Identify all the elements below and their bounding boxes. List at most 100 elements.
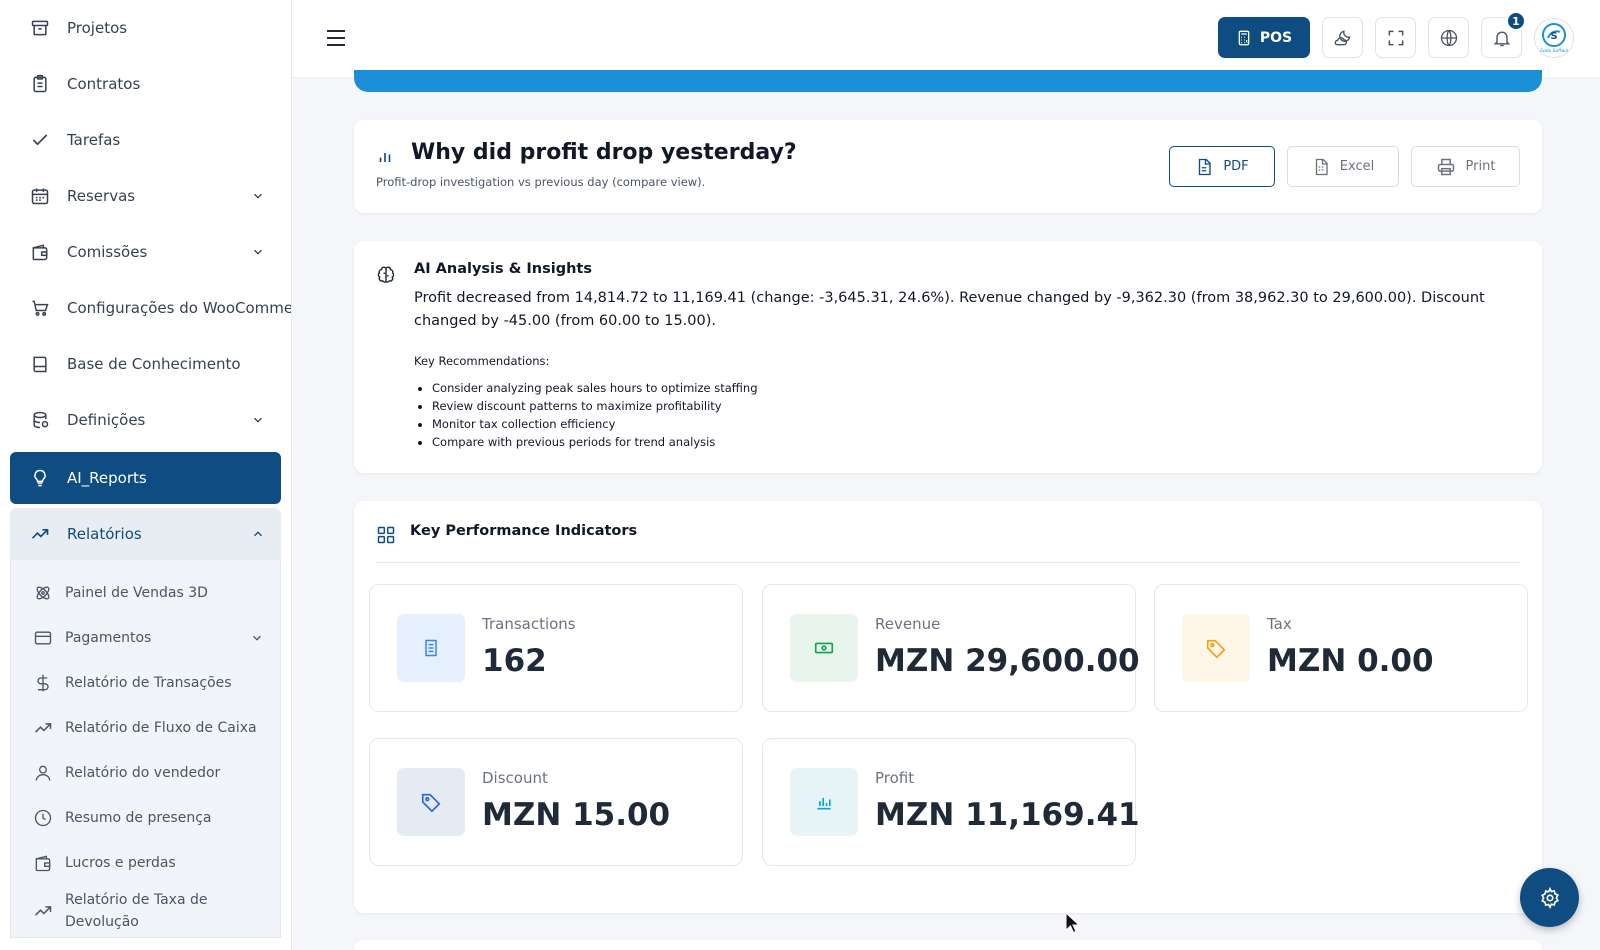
export-actions: PDF Excel Print bbox=[1169, 146, 1520, 187]
report-title-card: Why did profit drop yesterday? Profit-dr… bbox=[354, 120, 1542, 213]
submenu-item-painel-vendas[interactable]: Painel de Vendas 3D bbox=[11, 570, 280, 615]
svg-text:Soda Softwa: Soda Softwa bbox=[1540, 48, 1568, 54]
book-icon bbox=[30, 354, 50, 374]
kpi-value: 162 bbox=[482, 643, 547, 679]
menu-toggle-icon[interactable] bbox=[324, 26, 348, 50]
cash-icon bbox=[814, 642, 834, 654]
ai-insights-card: AI Analysis & Insights Profit decreased … bbox=[354, 241, 1542, 473]
export-excel-label: Excel bbox=[1339, 159, 1375, 174]
theme-toggle-button[interactable] bbox=[1322, 17, 1363, 58]
cart-icon bbox=[30, 298, 50, 318]
export-excel-button[interactable]: Excel bbox=[1287, 146, 1399, 187]
kpi-value: MZN 0.00 bbox=[1267, 643, 1434, 679]
sidebar-item-tarefas[interactable]: Tarefas bbox=[0, 112, 291, 168]
submenu-item-transacoes[interactable]: Relatório de Transações bbox=[11, 660, 280, 705]
submenu-item-pagamentos[interactable]: Pagamentos bbox=[11, 615, 280, 660]
submenu-item-label: Relatório de Fluxo de Caixa bbox=[65, 719, 257, 736]
language-button[interactable] bbox=[1428, 17, 1469, 58]
submenu-item-presenca[interactable]: Resumo de presença bbox=[11, 795, 280, 840]
submenu-item-label: Resumo de presença bbox=[65, 809, 212, 826]
user-icon bbox=[33, 763, 53, 783]
print-button[interactable]: Print bbox=[1411, 146, 1520, 187]
trending-up-icon bbox=[33, 901, 53, 921]
kpi-label: Discount bbox=[482, 769, 548, 787]
kpi-label: Transactions bbox=[482, 615, 576, 633]
sidebar-item-label: Contratos bbox=[67, 75, 141, 93]
tag-icon bbox=[1206, 639, 1226, 659]
document-icon bbox=[425, 639, 437, 657]
kpi-label: Tax bbox=[1267, 615, 1292, 633]
kpi-heading: Key Performance Indicators bbox=[410, 523, 638, 539]
notifications-button[interactable]: 1 bbox=[1481, 11, 1526, 58]
sidebar-item-contratos[interactable]: Contratos bbox=[0, 56, 291, 112]
sidebar: Projetos Contratos Tarefas Reservas Comi… bbox=[0, 0, 292, 950]
chevron-down-icon bbox=[253, 635, 261, 641]
kpi-value: MZN 15.00 bbox=[482, 797, 671, 833]
tag-icon bbox=[421, 793, 441, 813]
submenu-item-fluxo-caixa[interactable]: Relatório de Fluxo de Caixa bbox=[11, 705, 280, 750]
archive-icon bbox=[30, 18, 50, 38]
chevron-down-icon bbox=[254, 417, 262, 423]
settings-fab[interactable] bbox=[1520, 868, 1579, 927]
kpi-card: Key Performance Indicators Transactions … bbox=[354, 501, 1542, 913]
topbar: POS 1 S Soda Softwa bbox=[292, 0, 1600, 78]
bar-chart-icon bbox=[817, 797, 831, 810]
sidebar-item-reservas[interactable]: Reservas bbox=[0, 168, 291, 224]
kpi-icon-box bbox=[397, 614, 465, 682]
submenu-item-label: Pagamentos bbox=[65, 629, 152, 646]
kpi-value: MZN 29,600.00 bbox=[875, 643, 1140, 679]
submenu-item-label: Painel de Vendas 3D bbox=[65, 584, 208, 601]
submenu-item-label: Relatório de Taxa de Devolução bbox=[65, 892, 208, 930]
bell-icon bbox=[1493, 31, 1510, 46]
calculator-icon bbox=[1238, 30, 1250, 45]
lightbulb-icon bbox=[30, 468, 50, 488]
divider bbox=[376, 562, 1520, 563]
kpi-value: MZN 11,169.41 bbox=[875, 797, 1140, 833]
kpi-revenue: Revenue MZN 29,600.00 bbox=[762, 584, 1140, 712]
sidebar-item-label: Configurações do WooCommerce bbox=[67, 299, 291, 317]
list-item: Monitor tax collection efficiency bbox=[432, 415, 758, 433]
kpi-discount: Discount MZN 15.00 bbox=[369, 738, 743, 866]
submenu-item-label: Relatório de Transações bbox=[65, 674, 232, 691]
list-item: Compare with previous periods for trend … bbox=[432, 433, 758, 451]
page-title: Why did profit drop yesterday? bbox=[411, 140, 797, 165]
export-pdf-button[interactable]: PDF bbox=[1169, 146, 1275, 187]
printer-icon bbox=[1437, 158, 1454, 175]
user-avatar[interactable]: S Soda Softwa bbox=[1534, 17, 1574, 58]
submenu-item-lucros-perdas[interactable]: Lucros e perdas bbox=[11, 840, 280, 885]
atom-icon bbox=[33, 583, 53, 603]
sidebar-item-label: AI_Reports bbox=[67, 469, 147, 487]
pos-button[interactable]: POS bbox=[1218, 17, 1310, 58]
moon-cloud-icon bbox=[1334, 29, 1351, 45]
submenu-item-taxa-devolucao[interactable]: Relatório de Taxa de Devolução bbox=[11, 885, 280, 937]
kpi-icon-box bbox=[790, 768, 858, 836]
bar-chart-icon bbox=[379, 153, 391, 162]
kpi-transactions: Transactions 162 bbox=[369, 584, 743, 712]
trending-up-icon bbox=[30, 524, 50, 544]
fullscreen-icon bbox=[1388, 30, 1403, 45]
sidebar-item-label: Base de Conhecimento bbox=[67, 355, 241, 373]
file-text-icon bbox=[1199, 158, 1212, 175]
brain-icon bbox=[377, 266, 395, 283]
sidebar-item-ai-reports[interactable]: AI_Reports bbox=[10, 452, 281, 504]
globe-icon bbox=[1440, 29, 1457, 46]
chevron-down-icon bbox=[254, 193, 262, 199]
fullscreen-button[interactable] bbox=[1375, 17, 1416, 58]
submenu-item-vendedor[interactable]: Relatório do vendedor bbox=[11, 750, 280, 795]
relatorios-submenu: Painel de Vendas 3D Pagamentos Relatório… bbox=[10, 560, 281, 938]
sidebar-item-base-conhecimento[interactable]: Base de Conhecimento bbox=[0, 336, 291, 392]
sidebar-item-comissoes[interactable]: Comissões bbox=[0, 224, 291, 280]
sidebar-item-definicoes[interactable]: Definições bbox=[0, 392, 291, 448]
print-label: Print bbox=[1465, 159, 1496, 174]
sidebar-item-label: Definições bbox=[67, 411, 146, 429]
page-subtitle: Profit-drop investigation vs previous da… bbox=[376, 175, 706, 189]
sidebar-item-projetos[interactable]: Projetos bbox=[0, 0, 291, 56]
sidebar-item-woocommerce[interactable]: Configurações do WooCommerce bbox=[0, 280, 291, 336]
clock-icon bbox=[33, 808, 53, 828]
kpi-label: Revenue bbox=[875, 615, 941, 633]
kpi-tax: Tax MZN 0.00 bbox=[1154, 584, 1528, 712]
sidebar-item-label: Tarefas bbox=[67, 131, 121, 149]
sidebar-item-relatorios[interactable]: Relatórios bbox=[10, 508, 281, 560]
ai-summary: Profit decreased from 14,814.72 to 11,16… bbox=[414, 290, 1485, 329]
database-icon bbox=[30, 410, 50, 430]
